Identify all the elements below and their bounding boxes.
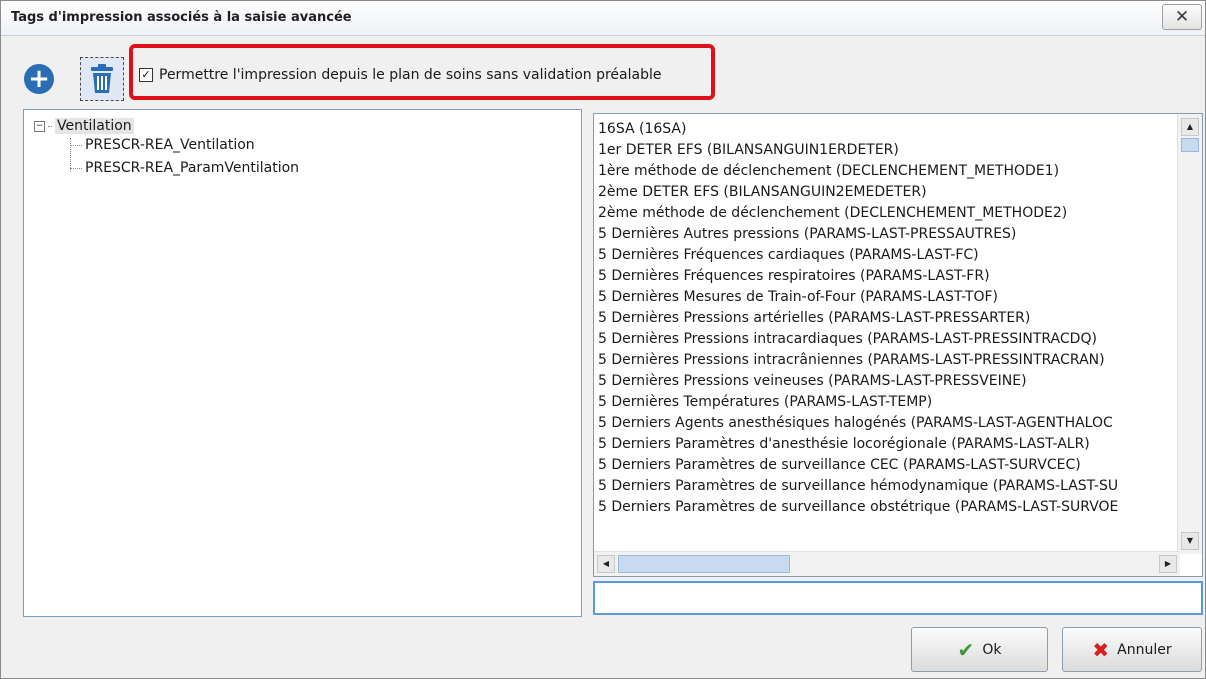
- ok-button[interactable]: ✔ Ok: [911, 627, 1048, 672]
- vertical-scroll-thumb[interactable]: [1181, 138, 1199, 152]
- ok-label: Ok: [982, 641, 1002, 658]
- list-item[interactable]: 5 Dernières Pressions artérielles (PARAM…: [594, 308, 1177, 329]
- list-item[interactable]: 5 Derniers Paramètres de surveillance ob…: [594, 497, 1177, 518]
- list-item[interactable]: 1er DETER EFS (BILANSANGUIN1ERDETER): [594, 140, 1177, 161]
- tree-node-label: PRESCR-REA_Ventilation: [85, 137, 255, 153]
- tree-node-label: PRESCR-REA_ParamVentilation: [85, 160, 300, 176]
- title-bar: Tags d'impression associés à la saisie a…: [1, 1, 1205, 36]
- horizontal-scroll-thumb[interactable]: [618, 555, 790, 573]
- scroll-up-icon[interactable]: ▲: [1181, 118, 1199, 136]
- tree-node-prescr-rea-ventilation[interactable]: PRESCR-REA_Ventilation: [70, 137, 255, 153]
- list-item[interactable]: 5 Derniers Agents anesthésiques halogéné…: [594, 413, 1177, 434]
- tag-list: 16SA (16SA) 1er DETER EFS (BILANSANGUIN1…: [594, 119, 1177, 518]
- list-item[interactable]: 2ème DETER EFS (BILANSANGUIN2EMEDETER): [594, 182, 1177, 203]
- cancel-label: Annuler: [1117, 641, 1172, 658]
- list-item[interactable]: 5 Dernières Autres pressions (PARAMS-LAS…: [594, 224, 1177, 245]
- close-button[interactable]: ✕: [1162, 4, 1202, 30]
- delete-button[interactable]: [80, 57, 124, 101]
- add-button[interactable]: +: [17, 57, 61, 101]
- tree-node-prescr-rea-paramventilation[interactable]: PRESCR-REA_ParamVentilation: [70, 160, 299, 176]
- list-item[interactable]: 5 Dernières Fréquences cardiaques (PARAM…: [594, 245, 1177, 266]
- list-item[interactable]: 5 Dernières Fréquences respiratoires (PA…: [594, 266, 1177, 287]
- list-item[interactable]: 5 Dernières Mesures de Train-of-Four (PA…: [594, 287, 1177, 308]
- list-item[interactable]: 5 Derniers Paramètres de surveillance CE…: [594, 455, 1177, 476]
- tree-node-label: Ventilation: [55, 118, 134, 134]
- tree-node-ventilation[interactable]: − Ventilation: [34, 118, 134, 134]
- list-item[interactable]: 5 Dernières Pressions veineuses (PARAMS-…: [594, 371, 1177, 392]
- print-without-validation-checkbox[interactable]: ✓: [139, 68, 153, 82]
- list-item[interactable]: 5 Derniers Paramètres d'anesthésie locor…: [594, 434, 1177, 455]
- tree-panel: − Ventilation PRESCR-REA_Ventilation PRE…: [23, 109, 582, 617]
- window-title: Tags d'impression associés à la saisie a…: [11, 10, 352, 25]
- scroll-right-icon[interactable]: ▶: [1159, 555, 1177, 573]
- checkbox-label: Permettre l'impression depuis le plan de…: [159, 67, 662, 83]
- collapse-icon[interactable]: −: [34, 120, 45, 132]
- list-item[interactable]: 5 Dernières Températures (PARAMS-LAST-TE…: [594, 392, 1177, 413]
- tree-connector: [70, 167, 82, 169]
- cancel-button[interactable]: ✖ Annuler: [1062, 627, 1202, 672]
- list-item[interactable]: 16SA (16SA): [594, 119, 1177, 140]
- horizontal-scrollbar[interactable]: ◀ ▶: [594, 551, 1180, 576]
- list-item[interactable]: 1ère méthode de déclenchement (DECLENCHE…: [594, 161, 1177, 182]
- tag-filter-input[interactable]: [593, 581, 1203, 615]
- checkmark-icon: ✔: [957, 637, 975, 662]
- tree-connector: [70, 144, 82, 146]
- print-without-validation-option[interactable]: ✓ Permettre l'impression depuis le plan …: [139, 67, 661, 83]
- dialog-window: Tags d'impression associés à la saisie a…: [0, 0, 1206, 679]
- tag-list-panel: 16SA (16SA) 1er DETER EFS (BILANSANGUIN1…: [593, 113, 1203, 577]
- trash-icon: [91, 64, 113, 93]
- close-icon: ✕: [1174, 7, 1190, 27]
- list-item[interactable]: 5 Dernières Pressions intracardiaques (P…: [594, 329, 1177, 350]
- x-icon: ✖: [1092, 637, 1110, 662]
- toolbar: + ✓ Permettre l'impression depuis le pla…: [1, 35, 1205, 103]
- vertical-scrollbar[interactable]: ▲ ▼: [1177, 114, 1202, 554]
- plus-circle-icon: +: [24, 64, 54, 94]
- list-item[interactable]: 2ème méthode de déclenchement (DECLENCHE…: [594, 203, 1177, 224]
- list-item[interactable]: 5 Dernières Pressions intracrâniennes (P…: [594, 350, 1177, 371]
- scroll-left-icon[interactable]: ◀: [597, 555, 615, 573]
- scroll-down-icon[interactable]: ▼: [1181, 532, 1199, 550]
- footer: ✔ Ok ✖ Annuler: [1, 621, 1205, 678]
- tree-connector: [48, 125, 52, 127]
- list-item[interactable]: 5 Derniers Paramètres de surveillance hé…: [594, 476, 1177, 497]
